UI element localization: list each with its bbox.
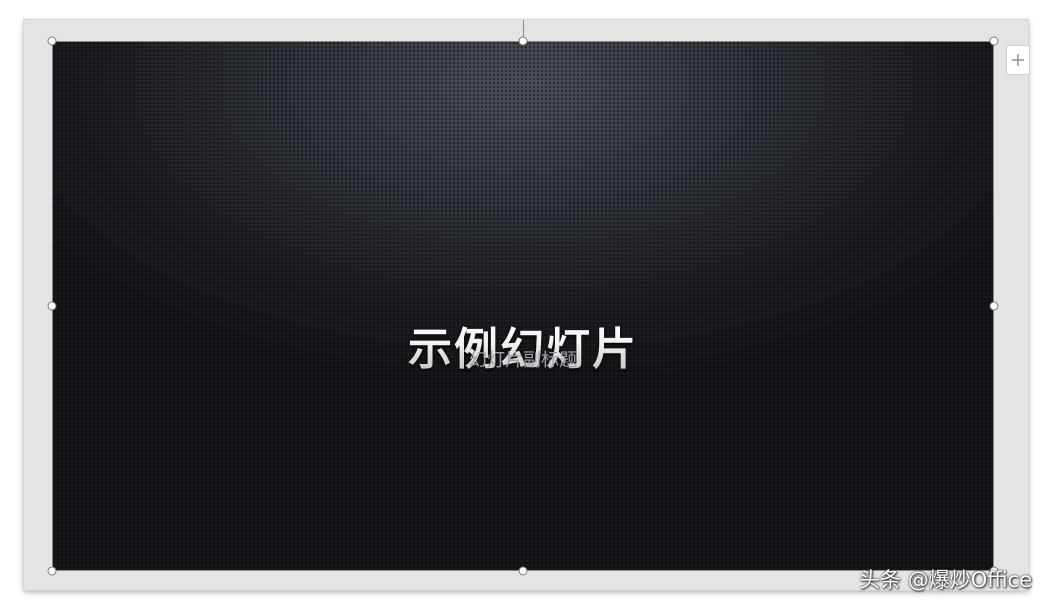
plus-icon xyxy=(1012,54,1024,66)
slide-subtitle[interactable]: 幻灯片副标题 xyxy=(52,346,994,372)
resize-handle-top-left[interactable] xyxy=(47,36,57,46)
resize-handle-top-right[interactable] xyxy=(989,36,999,46)
resize-handle-bottom[interactable] xyxy=(518,566,528,576)
resize-handle-right[interactable] xyxy=(989,301,999,311)
add-element-button[interactable] xyxy=(1006,45,1030,75)
watermark-text: 头条 @爆炒Office xyxy=(859,568,1032,592)
resize-handle-left[interactable] xyxy=(47,301,57,311)
resize-handle-top[interactable] xyxy=(518,36,528,46)
slide-content: 示例幻灯片 幻灯片副标题 xyxy=(52,41,994,571)
resize-handle-bottom-left[interactable] xyxy=(47,566,57,576)
